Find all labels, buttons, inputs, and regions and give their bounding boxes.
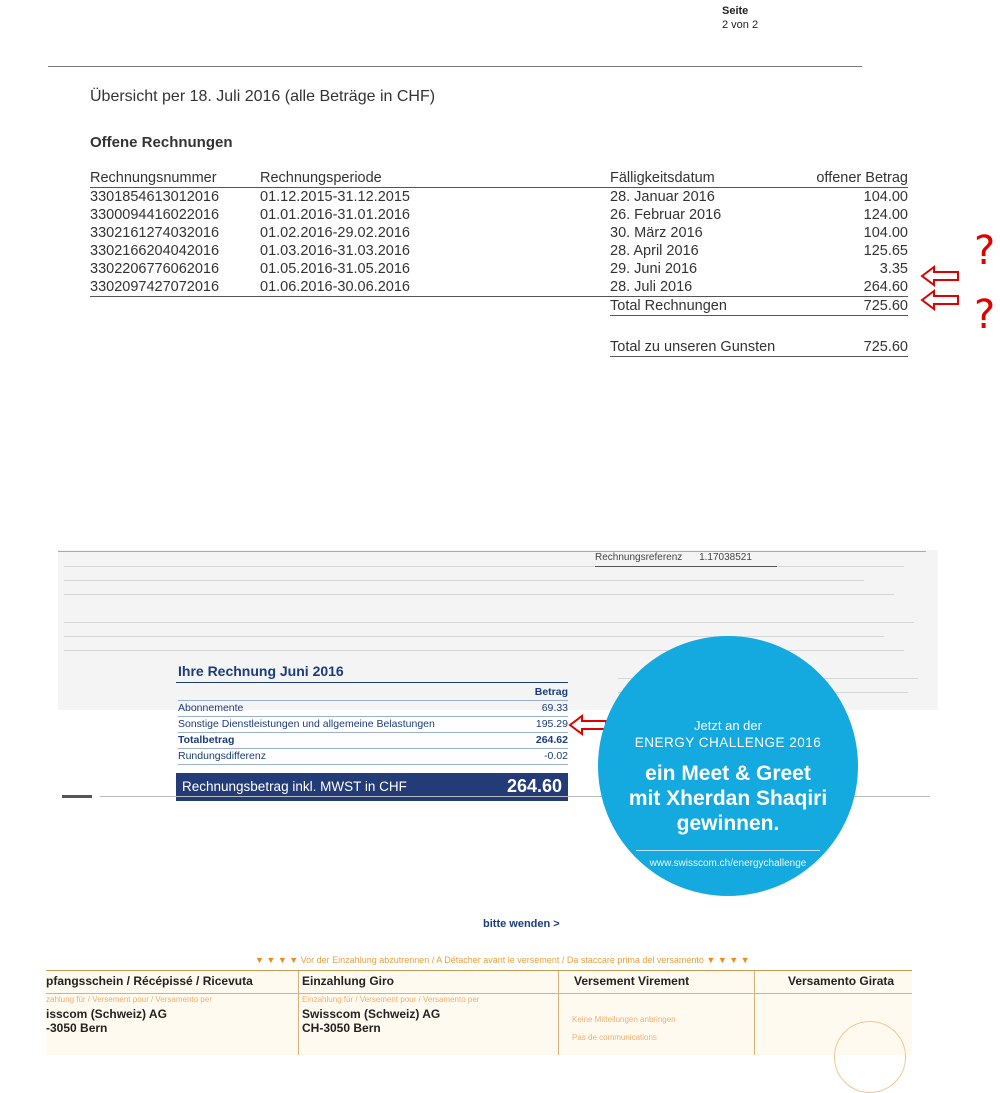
promo-line1: Jetzt an der — [694, 718, 762, 733]
bill-amount-header: Betrag — [523, 685, 568, 701]
slip-girata-title: Versamento Girata — [788, 974, 895, 988]
bill-divider — [176, 682, 568, 683]
bill-line-label: Sonstige Dienstleistungen und allgemeine… — [178, 716, 524, 733]
col-header-number: Rechnungsnummer — [90, 169, 260, 188]
slip-note-2: Pas de communications — [572, 1033, 657, 1042]
grand-total-row: Total zu unseren Gunsten 725.60 — [90, 338, 908, 357]
bill-table: Betrag Abonnemente 69.33 Sonstige Dienst… — [178, 685, 568, 765]
invoice-amount: 125.65 — [863, 243, 908, 259]
bill-line-label: Abonnemente — [178, 700, 524, 717]
col-header-period: Rechnungsperiode — [260, 169, 500, 188]
header-divider — [48, 66, 862, 67]
overview-title: Übersicht per 18. Juli 2016 (alle Beträg… — [90, 88, 436, 105]
invoice-due: 29. Juni 2016 — [610, 261, 698, 277]
bill-line-amount: 195.29 — [523, 716, 568, 733]
invoice-due: 28. Januar 2016 — [610, 189, 715, 205]
table-row: 3301854613012016 01.12.2015-31.12.2015 2… — [90, 188, 908, 207]
stamp-circle — [834, 1021, 906, 1093]
payment-slip: pfangsschein / Récépissé / Ricevuta zahl… — [46, 970, 912, 1093]
table-row: 3302166204042016 01.03.2016-31.03.2016 2… — [90, 242, 908, 260]
invoice-reference: Rechnungsreferenz 1.17038521 — [595, 552, 766, 563]
invoice-amount: 104.00 — [863, 225, 908, 241]
invoice-period: 01.12.2015-31.12.2015 — [260, 189, 410, 205]
triangle-down-icon: ▼ ▼ ▼ ▼ — [706, 955, 750, 965]
total-value: 725.60 — [796, 296, 908, 316]
bill-header-row: Betrag — [178, 685, 568, 701]
invoice-number: 3301854613012016 — [90, 189, 220, 205]
section-heading: Offene Rechnungen — [90, 134, 233, 151]
grand-total-value: 725.60 — [796, 338, 908, 357]
invoice-amount: 104.00 — [863, 189, 908, 205]
slip-virement-title: Versement Virement — [574, 974, 690, 988]
table-row: 3302206776062016 01.05.2016-31.05.2016 2… — [90, 260, 908, 278]
invoice-amount: 264.60 — [796, 278, 908, 297]
slip-giro-address: Swisscom (Schweiz) AG CH-3050 Bern — [302, 1007, 441, 1035]
bill-line: Sonstige Dienstleistungen und allgemeine… — [178, 716, 568, 733]
total-row: Total Rechnungen 725.60 — [90, 296, 908, 316]
invoice-period: 01.03.2016-31.03.2016 — [260, 243, 410, 259]
table-header-row: Rechnungsnummer Rechnungsperiode Fälligk… — [90, 169, 908, 188]
col-header-due: Fälligkeitsdatum — [610, 169, 796, 188]
invoice-number: 3302161274032016 — [90, 225, 220, 241]
slip-note-1: Keine Mitteilungen anbringen — [572, 1015, 676, 1024]
bill-line: Rundungsdifferenz -0.02 — [178, 748, 568, 765]
cut-notice-text: Vor der Einzahlung abzutrennen / A Détac… — [300, 955, 704, 965]
bill-total-label: Rechnungsbetrag inkl. MWST in CHF — [182, 779, 407, 794]
fold-mark — [62, 795, 92, 798]
invoice-due: 28. Juli 2016 — [610, 278, 796, 297]
slip-giro-label: Einzahlung für / Versement pour / Versam… — [302, 995, 480, 1004]
bill-title: Ihre Rechnung Juni 2016 — [178, 663, 344, 679]
bill-line-amount: -0.02 — [523, 748, 568, 765]
bill-total-value: 264.60 — [506, 776, 562, 796]
invoice-period: 01.05.2016-31.05.2016 — [260, 261, 410, 277]
turn-page-note: bitte wenden > — [483, 918, 560, 930]
grand-total-label: Total zu unseren Gunsten — [610, 338, 796, 357]
bill-line: Abonnemente 69.33 — [178, 700, 568, 717]
triangle-down-icon: ▼ ▼ ▼ ▼ — [255, 955, 299, 965]
invoice-amount: 124.00 — [863, 207, 908, 223]
bill-line-amount: 69.33 — [523, 700, 568, 717]
question-mark-icon: ? — [974, 292, 996, 338]
table-row: 3302097427072016 01.06.2016-30.06.2016 2… — [90, 278, 908, 297]
promo-headline: ein Meet & Greet mit Xherdan Shaqiri gew… — [628, 762, 828, 835]
invoice-due: 30. März 2016 — [610, 225, 703, 241]
slip-receipt-address: isscom (Schweiz) AG -3050 Bern — [46, 1007, 167, 1035]
slip-receipt-label: zahlung für / Versement pour / Versament… — [46, 995, 212, 1004]
promo-divider — [636, 850, 820, 851]
bill-line-label: Rundungsdifferenz — [178, 748, 524, 765]
reference-label: Rechnungsreferenz — [595, 552, 683, 563]
arrow-left-icon — [920, 289, 960, 311]
invoice-amount: 3.35 — [879, 261, 908, 277]
promo-line2: ENERGY CHALLENGE 2016 — [634, 735, 822, 750]
invoice-period: 01.06.2016-30.06.2016 — [260, 278, 500, 297]
invoice-number: 3302206776062016 — [90, 261, 220, 277]
slip-receipt-title: pfangsschein / Récépissé / Ricevuta — [46, 974, 253, 988]
invoice-period: 01.01.2016-31.01.2016 — [260, 207, 410, 223]
reference-underline — [595, 566, 777, 567]
col-header-amount: offener Betrag — [796, 169, 908, 188]
table-row: 3300094416022016 01.01.2016-31.01.2016 2… — [90, 206, 908, 224]
table-row: 3302161274032016 01.02.2016-29.02.2016 3… — [90, 224, 908, 242]
page-label: Seite — [722, 5, 749, 17]
invoice-period: 01.02.2016-29.02.2016 — [260, 225, 410, 241]
cut-notice: ▼ ▼ ▼ ▼ Vor der Einzahlung abzutrennen /… — [255, 955, 750, 965]
slip-giro-title: Einzahlung Giro — [302, 974, 394, 988]
scan-divider — [58, 551, 926, 552]
bill-line-label: Totalbetrag — [178, 732, 524, 749]
promo-url[interactable]: www.swisscom.ch/energychallenge — [598, 858, 858, 869]
invoice-number: 3300094416022016 — [90, 207, 220, 223]
total-label: Total Rechnungen — [610, 296, 796, 316]
arrow-left-icon — [920, 265, 960, 287]
page-number: 2 von 2 — [722, 19, 759, 31]
promo-badge[interactable]: Jetzt an der ENERGY CHALLENGE 2016 ein M… — [598, 636, 858, 896]
open-invoices-table: Rechnungsnummer Rechnungsperiode Fälligk… — [90, 169, 908, 357]
invoice-number: 3302166204042016 — [90, 243, 220, 259]
invoice-due: 26. Februar 2016 — [610, 207, 722, 223]
invoice-number: 3302097427072016 — [90, 278, 260, 297]
question-mark-icon: ? — [974, 228, 996, 274]
bill-line-amount: 264.62 — [523, 732, 568, 749]
invoice-due: 28. April 2016 — [610, 243, 699, 259]
reference-value: 1.17038521 — [699, 552, 752, 563]
bill-line: Totalbetrag 264.62 — [178, 732, 568, 749]
